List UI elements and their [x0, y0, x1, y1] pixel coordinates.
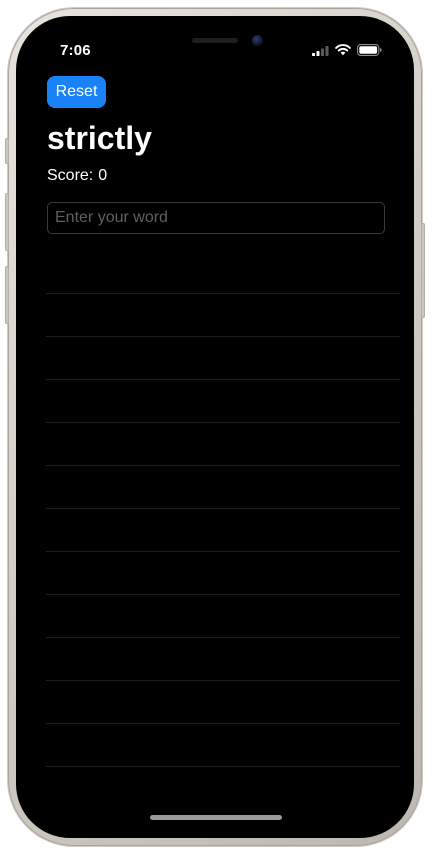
battery-icon [357, 43, 382, 61]
home-indicator[interactable] [150, 815, 282, 820]
word-input[interactable] [47, 202, 385, 234]
speaker-grille [192, 38, 238, 43]
list-item [46, 423, 400, 466]
action-button [5, 138, 9, 164]
list-item [46, 681, 400, 724]
used-words-list [46, 251, 400, 767]
status-time: 7:06 [60, 42, 91, 59]
list-item [46, 337, 400, 380]
score-label: Score: [47, 167, 94, 184]
root-word-title: strictly [47, 120, 152, 156]
power-button [421, 223, 425, 318]
volume-up-button [5, 193, 9, 251]
volume-down-button [5, 266, 9, 324]
reset-button[interactable]: Reset [47, 76, 106, 108]
list-item [46, 294, 400, 337]
list-item [46, 595, 400, 638]
list-item [46, 724, 400, 767]
list-item [46, 380, 400, 423]
list-item [46, 466, 400, 509]
front-camera [252, 35, 263, 46]
wifi-icon [335, 43, 351, 61]
score-value: 0 [98, 167, 108, 184]
list-item [46, 638, 400, 681]
signal-icon [312, 43, 329, 61]
app-screen: 7:06 Reset strictly Score: 0 Enter your … [16, 16, 414, 838]
list-item [46, 509, 400, 552]
status-icons [312, 43, 382, 61]
list-item [46, 552, 400, 595]
list-item [46, 251, 400, 294]
score-display: Score: 0 [47, 166, 107, 186]
